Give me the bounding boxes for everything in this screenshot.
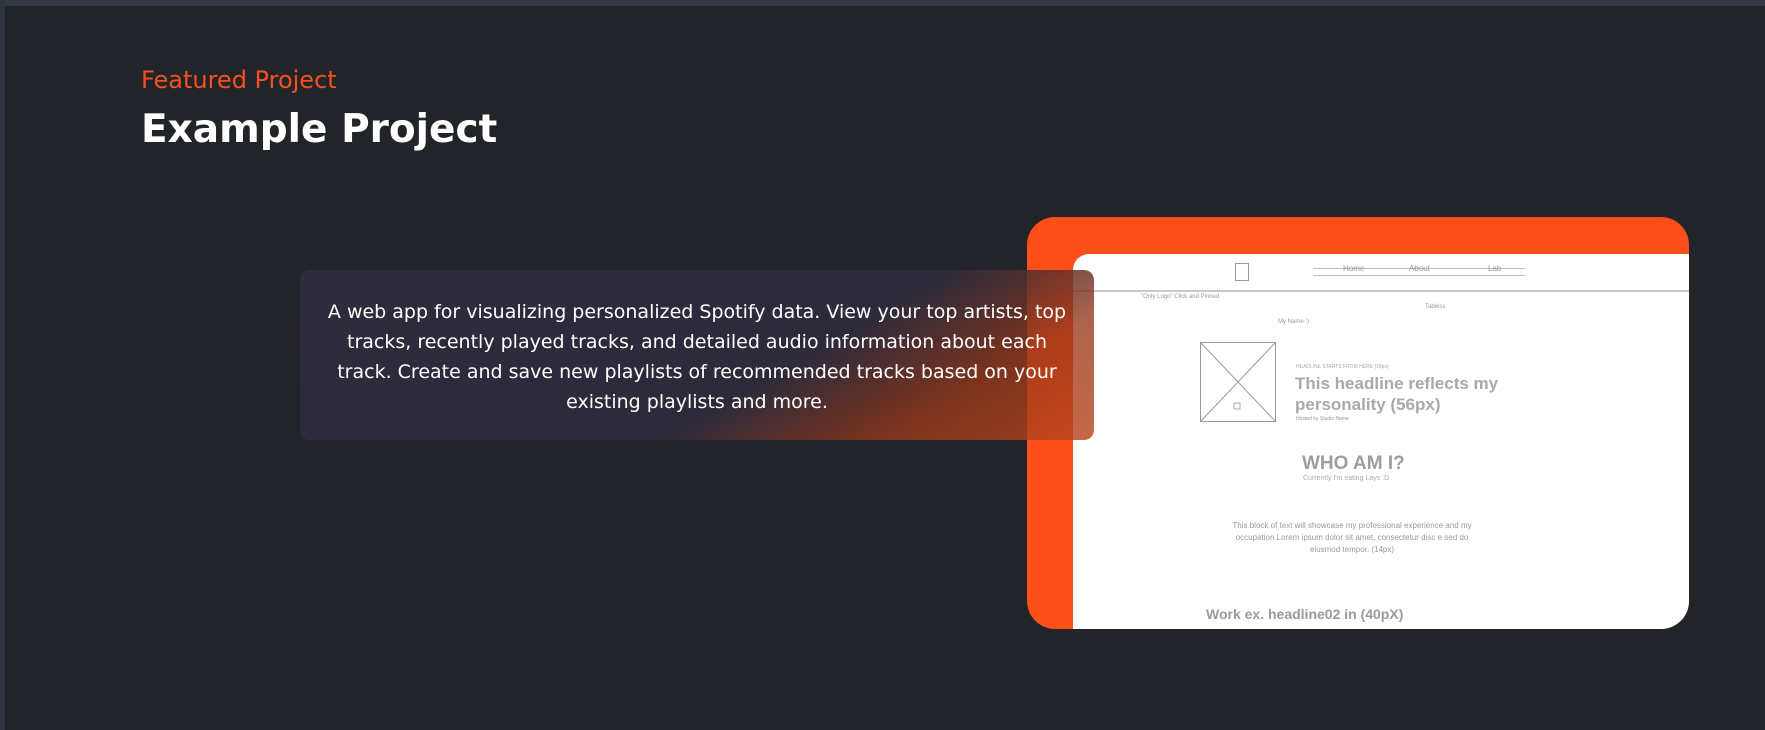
image-placeholder-icon — [1201, 343, 1275, 421]
project-title: Example Project — [141, 107, 498, 152]
project-screenshot[interactable]: Home About Lab "Only Logo" Click and Pin… — [1073, 254, 1689, 629]
wireframe-work-headline: Work ex. headline02 in (40pX) — [1206, 606, 1404, 622]
wireframe-nav-home: Home — [1343, 264, 1365, 273]
wireframe-headline-label: HEADLINE STARTS FROM HERE (18px) — [1296, 364, 1389, 370]
wireframe-who-sub: Currently I'm eating Lays :D — [1303, 475, 1390, 482]
project-preview-card[interactable]: Home About Lab "Only Logo" Click and Pin… — [1027, 217, 1689, 629]
project-description-card: A web app for visualizing personalized S… — [300, 270, 1094, 440]
wireframe-logo-note: "Only Logo" Click and Pinned — [1141, 294, 1220, 300]
wireframe-logo-icon — [1235, 263, 1249, 281]
wireframe-nav-about: About — [1409, 264, 1430, 273]
wireframe-nav-divider — [1073, 290, 1689, 292]
wireframe-headline: This headline reflects my personality (5… — [1295, 374, 1499, 414]
section-eyebrow: Featured Project — [141, 66, 337, 94]
wireframe-name-note: My Name :) — [1278, 319, 1310, 325]
project-description: A web app for visualizing personalized S… — [327, 301, 1067, 413]
wireframe-who-title: WHO AM I? — [1302, 453, 1405, 474]
wireframe-headline-sub: Hosted by Studio Name — [1296, 416, 1349, 422]
wireframe-tabs-note: Tabless — [1425, 304, 1446, 310]
wireframe-image-placeholder — [1200, 342, 1276, 422]
wireframe-nav-lab: Lab — [1488, 264, 1502, 273]
wireframe-body-text: This block of text will showcase my prof… — [1232, 521, 1472, 554]
